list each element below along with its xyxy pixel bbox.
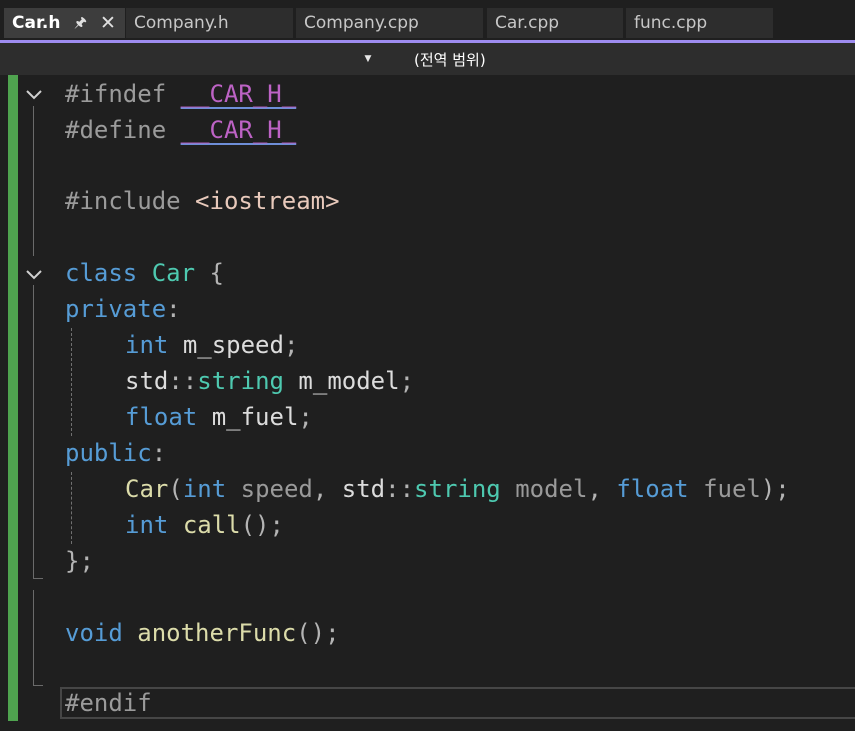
function-name: anotherFunc [137,619,297,647]
keyword: private [65,295,167,323]
function-name: Car [125,475,169,503]
current-line-highlight [60,687,855,719]
preprocessor-directive: #ifndef [65,80,167,108]
type-name: string [414,475,501,503]
tab-car-h[interactable]: Car.h 🖈 ✕ [4,8,125,38]
punctuation: ; [399,367,415,395]
punctuation: : [151,439,167,467]
code-line-10[interactable]: Car(int speed, std::string model, float … [125,471,790,507]
keyword: int [182,475,227,503]
class-name: Car [151,259,196,287]
parameter-name: speed [240,475,313,503]
punctuation: , [312,475,342,503]
punctuation: ( [168,475,183,503]
punctuation: { [209,259,224,287]
function-name: call [182,511,241,539]
code-line-14[interactable]: #endif [65,685,152,721]
punctuation: ; [283,331,299,359]
punctuation: ); [760,475,790,503]
tab-company-cpp[interactable]: Company.cpp [296,8,483,38]
keyword: int [125,331,169,359]
collapse-chevron-icon[interactable] [24,264,44,284]
parameter-name: model [515,475,588,503]
code-line-8[interactable]: float m_fuel; [125,399,313,435]
tab-bar: Car.h 🖈 ✕ Company.h Company.cpp Car.cpp … [0,0,855,41]
punctuation: (); [296,619,340,647]
code-line-6[interactable]: int m_speed; [125,327,298,363]
tab-company-h[interactable]: Company.h [126,8,293,38]
collapse-chevron-icon[interactable] [24,84,44,104]
outline-end-tick [33,685,43,686]
macro-name: __CAR_H_ [180,116,297,144]
punctuation: :: [168,367,198,395]
tab-label: Company.cpp [304,13,419,33]
close-icon[interactable]: ✕ [100,8,116,38]
chevron-down-icon[interactable]: ▼ [360,43,376,75]
punctuation: , [587,475,617,503]
keyword: float [125,403,198,431]
code-line-1[interactable]: #ifndef __CAR_H_ [65,76,296,112]
tab-label: Car.h [12,13,61,33]
pin-icon[interactable]: 🖈 [74,8,87,38]
namespace-name: std [125,367,169,395]
parameter-name: fuel [703,475,761,503]
code-line-5[interactable]: private: [65,291,181,327]
member-name: m_model [298,367,400,395]
code-line-11[interactable]: int call(); [125,507,284,543]
member-name: m_speed [182,331,284,359]
punctuation: ; [298,403,313,431]
keyword: class [65,259,138,287]
navigation-bar: ▼ (전역 범위) [0,43,855,75]
type-name: string [197,367,284,395]
preprocessor-directive: #define [65,116,167,144]
tab-label: Car.cpp [495,13,560,33]
outline-line [33,590,34,686]
macro-name: __CAR_H_ [180,80,297,108]
tab-label: func.cpp [634,13,708,33]
punctuation: }; [65,547,94,575]
keyword: void [65,619,123,647]
code-line-9[interactable]: public: [65,435,166,471]
punctuation: : [166,295,181,323]
code-line-12[interactable]: }; [65,543,94,579]
scope-dropdown[interactable]: (전역 범위) [414,43,486,75]
code-line-4[interactable]: class Car { [65,255,224,291]
indent-guide [71,328,72,436]
indent-guide [71,472,72,544]
code-line-13[interactable]: void anotherFunc(); [65,615,340,651]
change-tracking-bar [8,75,18,721]
code-line-2[interactable]: #define __CAR_H_ [65,112,296,148]
tab-label: Company.h [134,13,229,33]
tab-func-cpp[interactable]: func.cpp [626,8,773,38]
include-path: <iostream> [195,187,340,215]
keyword: public [65,439,152,467]
code-line-3[interactable]: #include <iostream> [65,183,340,219]
punctuation: :: [385,475,415,503]
namespace-name: std [341,475,386,503]
keyword: float [616,475,689,503]
tab-car-cpp[interactable]: Car.cpp [487,8,623,38]
preprocessor-directive: #include [65,187,181,215]
outline-end-tick [33,578,43,579]
outline-line [33,106,34,256]
preprocessor-directive: #endif [65,689,152,717]
code-line-7[interactable]: std::string m_model; [125,363,414,399]
punctuation: (); [240,511,284,539]
outline-line [33,285,34,579]
member-name: m_fuel [211,403,299,431]
keyword: int [125,511,169,539]
